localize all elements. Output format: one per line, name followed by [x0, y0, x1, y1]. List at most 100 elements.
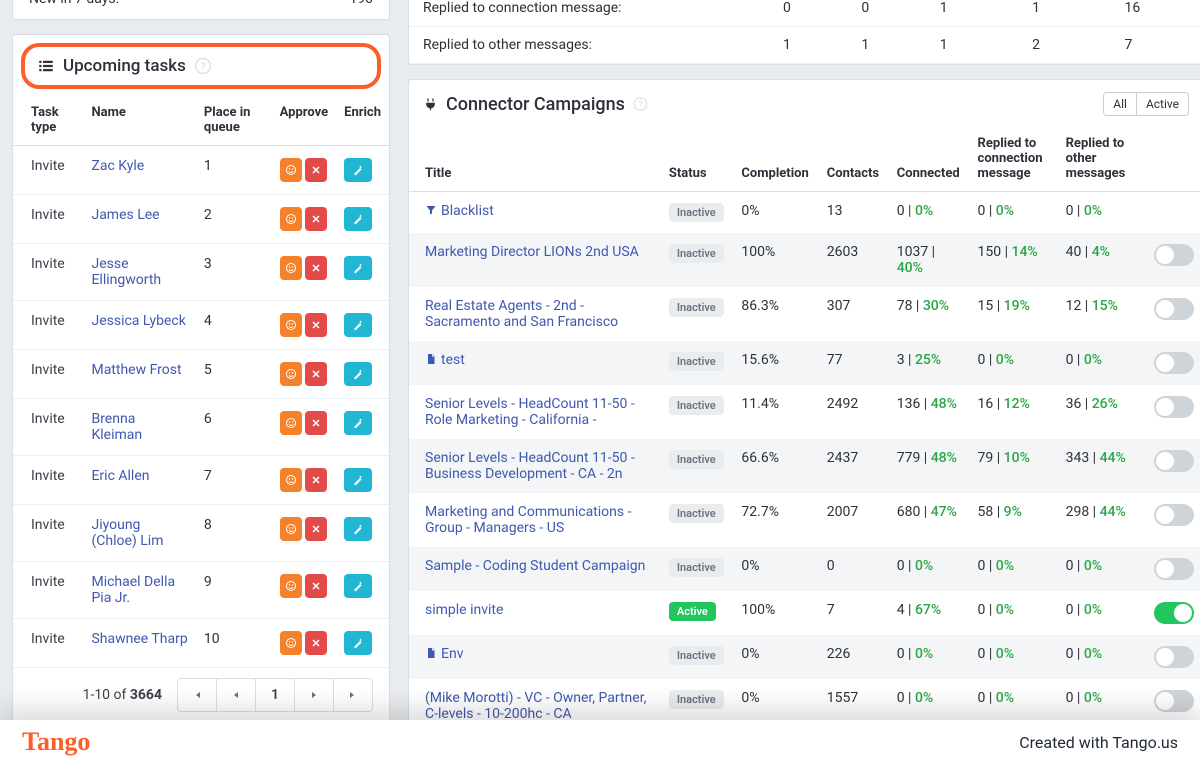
approve-button[interactable] [280, 574, 302, 598]
tango-footer: Tango Created with Tango.us [0, 720, 1200, 764]
task-name-link[interactable]: Brenna Kleiman [91, 411, 142, 443]
campaign-title-link[interactable]: test [425, 352, 465, 368]
enrich-button[interactable] [344, 631, 372, 655]
task-name-link[interactable]: Jesse Ellingworth [91, 256, 161, 288]
approve-button[interactable] [280, 256, 302, 280]
completion: 86.3% [733, 287, 818, 341]
pager-last-button[interactable] [333, 678, 373, 712]
reject-button[interactable] [305, 574, 327, 598]
campaigns-table: TitleStatusCompletionContactsConnectedRe… [409, 126, 1200, 720]
campaign-title-link[interactable]: Env [425, 646, 463, 662]
reject-button[interactable] [305, 207, 327, 231]
approve-button[interactable] [280, 362, 302, 386]
approve-button[interactable] [280, 158, 302, 182]
approve-button[interactable] [280, 207, 302, 231]
table-row: InviteBrenna Kleiman6 [13, 399, 389, 456]
approve-button[interactable] [280, 313, 302, 337]
campaign-toggle[interactable] [1154, 646, 1194, 668]
status-badge: Inactive [669, 298, 724, 317]
status-badge: Inactive [669, 352, 724, 371]
campaign-title-link[interactable]: (Mike Morotti) - VC - Owner, Partner, C-… [425, 690, 646, 720]
enrich-button[interactable] [344, 158, 372, 182]
enrich-button[interactable] [344, 256, 372, 280]
table-row: InviteJiyoung (Chloe) Lim8 [13, 505, 389, 562]
segment-active[interactable]: Active [1136, 93, 1188, 115]
list-icon [37, 57, 55, 75]
campaign-title-link[interactable]: Senior Levels - HeadCount 11-50 - Busine… [425, 450, 635, 482]
campaign-title-link[interactable]: Sample - Coding Student Campaign [425, 558, 645, 574]
approve-button[interactable] [280, 468, 302, 492]
task-name-link[interactable]: Matthew Frost [91, 362, 181, 378]
campaign-toggle[interactable] [1154, 504, 1194, 526]
enrich-button[interactable] [344, 468, 372, 492]
reject-button[interactable] [305, 517, 327, 541]
completion: 0% [733, 547, 818, 591]
pager-range: 1-10 of 3664 [83, 687, 162, 703]
campaign-toggle[interactable] [1154, 298, 1194, 320]
reject-button[interactable] [305, 631, 327, 655]
replied-conn: 0 | 0% [970, 341, 1058, 385]
reject-button[interactable] [305, 158, 327, 182]
campaign-title-link[interactable]: Senior Levels - HeadCount 11-50 - Role M… [425, 396, 635, 428]
enrich-button[interactable] [344, 411, 372, 435]
campaign-title-link[interactable]: Marketing Director LIONs 2nd USA [425, 244, 639, 260]
help-icon[interactable]: ? [194, 57, 212, 75]
campaign-toggle[interactable] [1154, 690, 1194, 712]
task-name-link[interactable]: Eric Allen [91, 468, 149, 484]
campaign-toggle[interactable] [1154, 450, 1194, 472]
pager-first-button[interactable] [177, 678, 217, 712]
approve-button[interactable] [280, 631, 302, 655]
connected: 78 | 30% [889, 287, 970, 341]
campaign-toggle[interactable] [1154, 602, 1194, 624]
task-name-link[interactable]: Zac Kyle [91, 158, 144, 174]
connected: 0 | 0% [889, 635, 970, 679]
approve-button[interactable] [280, 411, 302, 435]
reject-button[interactable] [305, 468, 327, 492]
table-row: simple inviteActive100%74 | 67%0 | 0%0 |… [409, 591, 1200, 635]
stat-value: 1 [769, 27, 847, 64]
reject-button[interactable] [305, 362, 327, 386]
enrich-button[interactable] [344, 517, 372, 541]
task-name-link[interactable]: Jessica Lybeck [91, 313, 185, 329]
reject-button[interactable] [305, 411, 327, 435]
pager-prev-button[interactable] [216, 678, 256, 712]
task-name-link[interactable]: Shawnee Tharp [91, 631, 187, 647]
tasks-col-header: Place in queue [196, 95, 272, 146]
segment-all[interactable]: All [1104, 93, 1136, 115]
pager-next-button[interactable] [294, 678, 334, 712]
enrich-button[interactable] [344, 313, 372, 337]
task-name-link[interactable]: Michael Della Pia Jr. [91, 574, 175, 606]
completion: 0% [733, 679, 818, 720]
task-type: Invite [13, 619, 83, 668]
campaign-toggle[interactable] [1154, 244, 1194, 266]
help-icon[interactable]: ? [633, 95, 648, 113]
campaign-title-link[interactable]: Real Estate Agents - 2nd - Sacramento an… [425, 298, 618, 330]
status-badge: Inactive [669, 646, 724, 665]
campaign-toggle[interactable] [1154, 352, 1194, 374]
task-queue: 9 [196, 562, 272, 619]
task-name-link[interactable]: James Lee [91, 207, 159, 223]
tasks-col-header: Approve [272, 95, 336, 146]
reject-button[interactable] [305, 313, 327, 337]
reject-button[interactable] [305, 256, 327, 280]
approve-button[interactable] [280, 517, 302, 541]
task-name-link[interactable]: Jiyoung (Chloe) Lim [91, 517, 163, 549]
campaign-toggle[interactable] [1154, 558, 1194, 580]
enrich-button[interactable] [344, 362, 372, 386]
enrich-button[interactable] [344, 574, 372, 598]
campaign-title-link[interactable]: Blacklist [425, 203, 494, 219]
task-type: Invite [13, 350, 83, 399]
campaign-title-link[interactable]: Marketing and Communications - Group - M… [425, 504, 631, 536]
task-queue: 8 [196, 505, 272, 562]
table-row: InviteEric Allen7 [13, 456, 389, 505]
pager-page-input[interactable]: 1 [255, 678, 295, 712]
enrich-button[interactable] [344, 207, 372, 231]
table-row: Replied to connection message:001116 [409, 0, 1200, 27]
campaigns-col-header: Replied to connection message [970, 126, 1058, 192]
replied-other: 40 | 4% [1058, 233, 1146, 287]
campaign-title-link[interactable]: simple invite [425, 602, 503, 618]
upcoming-tasks-header: Upcoming tasks ? [21, 43, 381, 89]
campaign-toggle[interactable] [1154, 396, 1194, 418]
tasks-col-header: Name [83, 95, 195, 146]
connected: 136 | 48% [889, 385, 970, 439]
